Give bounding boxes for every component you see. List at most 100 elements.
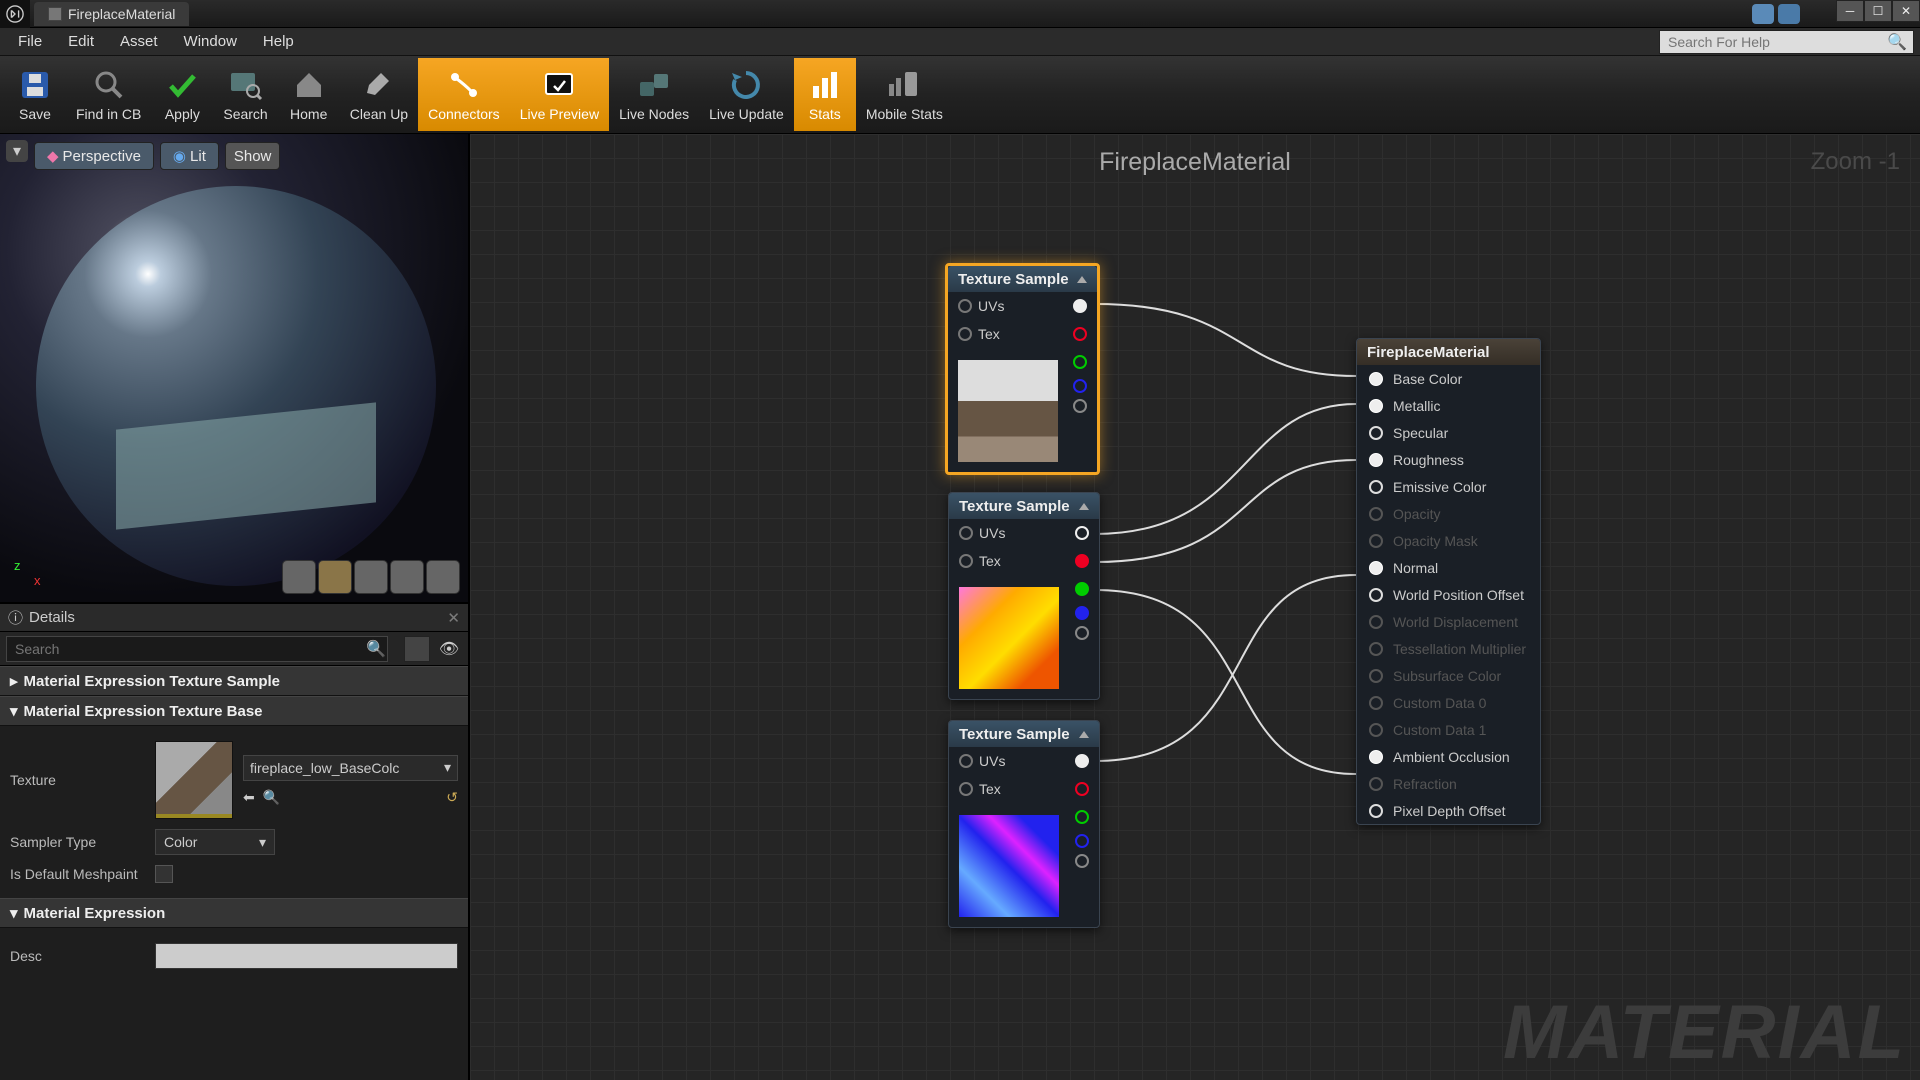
details-search-input[interactable] <box>6 636 388 662</box>
rgb-output-pin[interactable] <box>1073 299 1087 313</box>
document-tab[interactable]: FireplaceMaterial <box>34 2 189 26</box>
material-pin-subsurface-color[interactable]: Subsurface Color <box>1357 662 1540 689</box>
mobile-stats-button[interactable]: Mobile Stats <box>856 58 953 131</box>
browse-icon[interactable]: 🔍 <box>263 789 280 806</box>
reset-icon[interactable]: ↺ <box>446 789 458 806</box>
menu-edit[interactable]: Edit <box>56 28 106 55</box>
desc-input[interactable] <box>155 943 458 969</box>
input-pin[interactable] <box>1369 399 1383 413</box>
input-pin[interactable] <box>1369 534 1383 548</box>
uvs-input-pin[interactable] <box>959 526 973 540</box>
feedback-icon[interactable] <box>1778 4 1800 24</box>
details-tab[interactable]: ⓘ Details ✕ <box>0 604 468 632</box>
viewport-options-button[interactable]: ▾ <box>6 140 28 162</box>
sampler-type-dropdown[interactable]: Color▾ <box>155 829 275 855</box>
collapse-icon[interactable] <box>1079 731 1089 738</box>
collapse-icon[interactable] <box>1077 276 1087 283</box>
section-texture-sample[interactable]: ▸Material Expression Texture Sample <box>0 666 468 696</box>
input-pin[interactable] <box>1369 480 1383 494</box>
home-button[interactable]: Home <box>278 58 340 131</box>
apply-button[interactable]: Apply <box>151 58 213 131</box>
material-pin-specular[interactable]: Specular <box>1357 419 1540 446</box>
maximize-button[interactable]: ☐ <box>1864 0 1892 22</box>
g-output-pin[interactable] <box>1075 810 1089 824</box>
material-pin-emissive-color[interactable]: Emissive Color <box>1357 473 1540 500</box>
primitive-cube-icon[interactable] <box>390 560 424 594</box>
live-update-button[interactable]: Live Update <box>699 58 794 131</box>
material-pin-custom-data-1[interactable]: Custom Data 1 <box>1357 716 1540 743</box>
primitive-cylinder-icon[interactable] <box>282 560 316 594</box>
material-pin-metallic[interactable]: Metallic <box>1357 392 1540 419</box>
section-material-expression[interactable]: ▾Material Expression <box>0 898 468 928</box>
texture-asset-dropdown[interactable]: fireplace_low_BaseColc▾ <box>243 755 458 781</box>
cleanup-button[interactable]: Clean Up <box>340 58 418 131</box>
material-pin-pixel-depth-offset[interactable]: Pixel Depth Offset <box>1357 797 1540 824</box>
search-button[interactable]: Search <box>213 58 277 131</box>
tex-input-pin[interactable] <box>958 327 972 341</box>
material-pin-world-position-offset[interactable]: World Position Offset <box>1357 581 1540 608</box>
connectors-button[interactable]: Connectors <box>418 58 510 131</box>
material-output-node[interactable]: FireplaceMaterial Base ColorMetallicSpec… <box>1356 338 1541 825</box>
g-output-pin[interactable] <box>1073 355 1087 369</box>
input-pin[interactable] <box>1369 615 1383 629</box>
input-pin[interactable] <box>1369 372 1383 386</box>
close-button[interactable]: ✕ <box>1892 0 1920 22</box>
visibility-icon[interactable]: 👁 <box>436 636 462 662</box>
input-pin[interactable] <box>1369 453 1383 467</box>
a-output-pin[interactable] <box>1075 626 1089 640</box>
input-pin[interactable] <box>1369 750 1383 764</box>
material-pin-tessellation-multiplier[interactable]: Tessellation Multiplier <box>1357 635 1540 662</box>
preview-viewport[interactable]: ▾ ◆Perspective ◉Lit Show zx <box>0 134 468 604</box>
input-pin[interactable] <box>1369 561 1383 575</box>
r-output-pin[interactable] <box>1073 327 1087 341</box>
primitive-sphere-icon[interactable] <box>318 560 352 594</box>
stats-button[interactable]: Stats <box>794 58 856 131</box>
input-pin[interactable] <box>1369 696 1383 710</box>
primitive-plane-icon[interactable] <box>354 560 388 594</box>
live-nodes-button[interactable]: Live Nodes <box>609 58 699 131</box>
perspective-button[interactable]: ◆Perspective <box>34 142 154 170</box>
uvs-input-pin[interactable] <box>959 754 973 768</box>
input-pin[interactable] <box>1369 426 1383 440</box>
save-button[interactable]: Save <box>4 58 66 131</box>
meshpaint-checkbox[interactable] <box>155 865 173 883</box>
menu-window[interactable]: Window <box>172 28 249 55</box>
b-output-pin[interactable] <box>1075 834 1089 848</box>
help-search[interactable]: 🔍 <box>1659 30 1914 54</box>
app-logo-icon[interactable] <box>0 0 30 28</box>
r-output-pin[interactable] <box>1075 554 1089 568</box>
minimize-button[interactable]: ─ <box>1836 0 1864 22</box>
input-pin[interactable] <box>1369 777 1383 791</box>
input-pin[interactable] <box>1369 804 1383 818</box>
input-pin[interactable] <box>1369 507 1383 521</box>
material-pin-roughness[interactable]: Roughness <box>1357 446 1540 473</box>
use-selected-icon[interactable]: ⬅ <box>243 789 255 806</box>
material-pin-opacity[interactable]: Opacity <box>1357 500 1540 527</box>
texture-thumbnail[interactable] <box>155 741 233 819</box>
menu-help[interactable]: Help <box>251 28 306 55</box>
menu-asset[interactable]: Asset <box>108 28 170 55</box>
collapse-icon[interactable] <box>1079 503 1089 510</box>
material-pin-normal[interactable]: Normal <box>1357 554 1540 581</box>
rgb-output-pin[interactable] <box>1075 526 1089 540</box>
find-in-cb-button[interactable]: Find in CB <box>66 58 151 131</box>
help-search-input[interactable] <box>1660 34 1881 50</box>
a-output-pin[interactable] <box>1075 854 1089 868</box>
tex-input-pin[interactable] <box>959 554 973 568</box>
material-pin-custom-data-0[interactable]: Custom Data 0 <box>1357 689 1540 716</box>
input-pin[interactable] <box>1369 642 1383 656</box>
search-icon[interactable]: 🔍 <box>1881 32 1913 52</box>
menu-file[interactable]: File <box>6 28 54 55</box>
filter-grid-icon[interactable] <box>404 636 430 662</box>
material-pin-ambient-occlusion[interactable]: Ambient Occlusion <box>1357 743 1540 770</box>
tex-input-pin[interactable] <box>959 782 973 796</box>
g-output-pin[interactable] <box>1075 582 1089 596</box>
input-pin[interactable] <box>1369 669 1383 683</box>
section-texture-base[interactable]: ▾Material Expression Texture Base <box>0 696 468 726</box>
texture-sample-node-1[interactable]: Texture Sample UVs Tex <box>945 263 1100 475</box>
material-pin-opacity-mask[interactable]: Opacity Mask <box>1357 527 1540 554</box>
b-output-pin[interactable] <box>1075 606 1089 620</box>
b-output-pin[interactable] <box>1073 379 1087 393</box>
a-output-pin[interactable] <box>1073 399 1087 413</box>
texture-sample-node-3[interactable]: Texture Sample UVs Tex <box>948 720 1100 928</box>
